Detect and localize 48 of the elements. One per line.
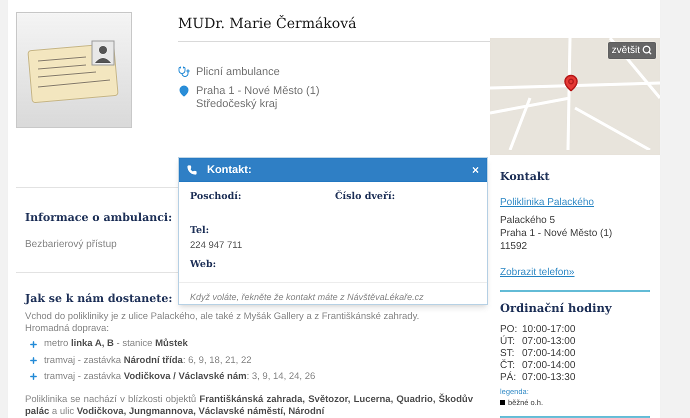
nearby-text: Poliklinika se nachází v blízkosti objektů Františkánská zahrada, Světozor, Lucerna, Quadrio, Škodův palác a ulic Vodičkova, Jungmannova, Václavské náměstí, Národní: [25, 394, 473, 418]
legend-square-icon: [500, 400, 505, 405]
plus-icon: [29, 372, 38, 382]
transport-line: metro linka A, B - stanice Můstek: [44, 337, 188, 352]
day-label: ÚT:: [500, 336, 516, 348]
address-line: Praha 1 - Nové Město (1): [196, 84, 320, 98]
dialog-title: Kontakt:: [207, 162, 252, 178]
hours-time: 10:00-17:00: [522, 324, 576, 336]
address-line: Středočeský kraj: [196, 98, 278, 110]
doctor-name: MUDr. Marie Čermáková: [178, 14, 490, 42]
section-title: Informace o ambulanci:: [25, 210, 172, 226]
dialog-note: Když voláte, řekněte že kontakt máte z NávštěvaLékaře.cz: [190, 291, 425, 304]
map-marker-icon: [562, 74, 580, 92]
hours-time: 07:00-13:30: [522, 372, 576, 384]
hours-time: 07:00-13:00: [522, 336, 576, 348]
close-button[interactable]: ×: [472, 164, 479, 176]
info-text: Bezbarierový přístup: [25, 238, 117, 252]
day-label: PÁ:: [500, 372, 518, 384]
location-pin-icon: [178, 84, 190, 96]
transport-line: tramvaj - zastávka Vodičkova / Václavské nám: 3, 9, 14, 24, 26: [44, 370, 316, 384]
show-phone-link[interactable]: Zobrazit telefon»: [500, 265, 650, 280]
day-label: ČT:: [500, 360, 516, 371]
floor-label: Poschodí:: [190, 190, 242, 204]
web-label: Web:: [190, 258, 218, 272]
phone-icon: [187, 165, 197, 175]
directions-text: Hromadná doprava:: [25, 323, 110, 336]
specialty-text: Plicní ambulance: [196, 65, 280, 80]
phone-number: 224 947 711: [190, 238, 244, 252]
zoom-map-button[interactable]: zvětšit: [608, 42, 656, 59]
plus-icon: [29, 340, 38, 349]
plus-icon: [29, 356, 38, 366]
search-icon: [642, 45, 652, 56]
transport-line: tramvaj - zastávka Národní třída: 6, 9, 18, 21, 22: [44, 354, 252, 368]
hours-time: 07:00-14:00: [522, 348, 576, 360]
sidebar-title: Ordinační hodiny: [500, 300, 613, 318]
day-label: PO:: [500, 324, 518, 335]
section-title: Jak se k nám dostanete:: [25, 290, 172, 307]
door-label: Číslo dveří:: [335, 190, 396, 204]
tel-label: Tel:: [190, 224, 210, 238]
day-label: ST:: [500, 348, 516, 359]
stethoscope-icon: [178, 66, 190, 78]
sidebar-title: Kontakt: [500, 168, 551, 185]
directions-text: Vchod do polikliniky je z ulice Palackého, ale také z Myšák Gallery a z Františkánské zahrady.: [25, 311, 420, 324]
address-line: Palackého 5: [500, 214, 556, 228]
hours-time: 07:00-14:00: [522, 360, 576, 372]
clinic-link[interactable]: Poliklinika Palackého: [500, 195, 650, 210]
address-line: 11592: [500, 240, 528, 254]
address-line: Praha 1 - Nové Město (1): [500, 227, 614, 240]
